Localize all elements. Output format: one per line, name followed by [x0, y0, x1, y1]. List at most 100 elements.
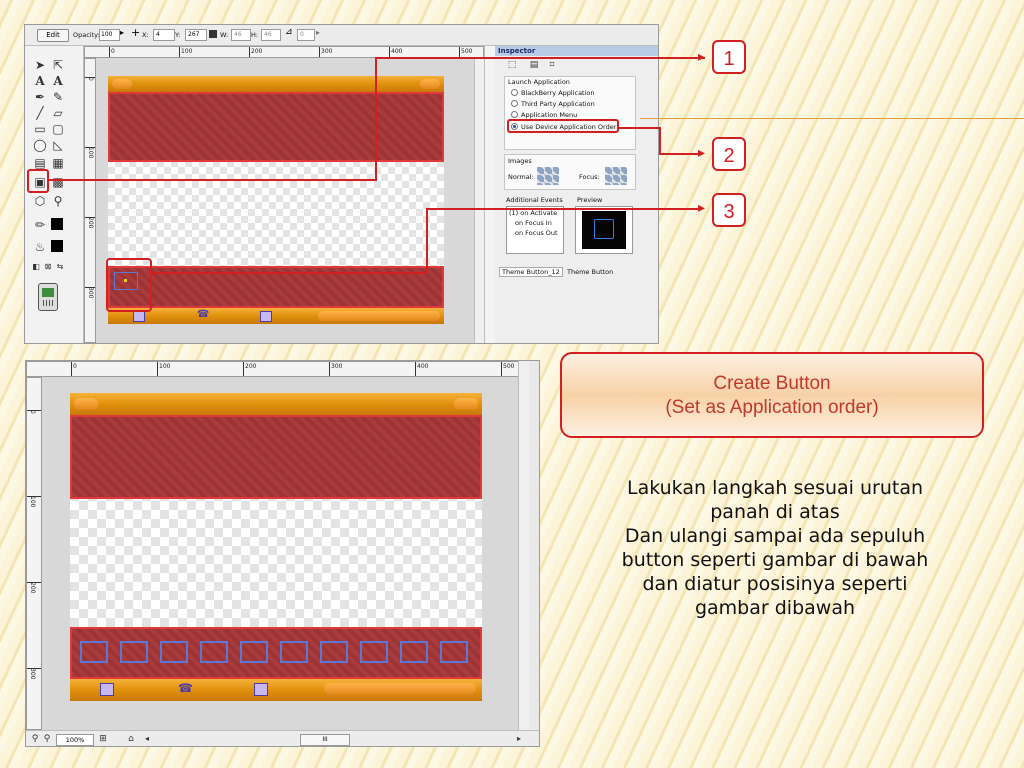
inspector-title: Inspector: [495, 46, 658, 56]
bottom-top-red-panel: [70, 415, 482, 499]
created-button[interactable]: [440, 641, 468, 663]
created-button[interactable]: [160, 641, 188, 663]
h-input[interactable]: 46: [261, 29, 281, 41]
media-tool-icon[interactable]: ▤: [33, 156, 47, 170]
eyedropper-icon[interactable]: ✏: [33, 218, 47, 232]
callout-1: 1: [712, 40, 746, 74]
scroll-left-icon[interactable]: ◂: [140, 732, 154, 746]
grid-view-icon[interactable]: ⊞: [96, 732, 110, 746]
info-box: Create Button (Set as Application order): [560, 352, 984, 438]
radio-blackberry-app[interactable]: [511, 89, 518, 96]
bottom-screenshot: 0 100 200 300 400 500 0 100 200 300 ☎ ⚲ ⚲ 100% ⊞…: [25, 360, 540, 747]
fill-bucket-icon[interactable]: ♨: [33, 240, 47, 254]
arrow-1-h1: [47, 179, 377, 181]
bottom-canvas-scrollbar[interactable]: [518, 361, 529, 730]
header-bar: [108, 76, 444, 92]
home-view-icon[interactable]: ⌂: [124, 732, 138, 746]
shape-tool-icon[interactable]: ▱: [51, 106, 65, 120]
created-button[interactable]: [280, 641, 308, 663]
zoom-level-field[interactable]: 100%: [56, 734, 94, 746]
created-button[interactable]: [360, 641, 388, 663]
bottom-contacts-icon: ☎: [178, 681, 193, 695]
created-button[interactable]: [120, 641, 148, 663]
instruction-line: panah di atas: [710, 501, 840, 523]
app-tool-icon[interactable]: ▩: [51, 175, 65, 189]
ruler-tick-label: 100: [87, 147, 94, 159]
contacts-icon: ☎: [197, 309, 210, 320]
event-on-focus-in[interactable]: on Focus In: [515, 219, 552, 227]
ruler-tick-label: 200: [251, 48, 263, 55]
text-path-icon[interactable]: A: [51, 74, 65, 88]
arrow-3-h2: [426, 208, 701, 210]
line-tool-icon[interactable]: ╱: [33, 106, 47, 120]
image-tool-icon[interactable]: ◺: [51, 138, 65, 152]
ruler-tick-label: 300: [29, 668, 36, 680]
ruler-tick-mark: [501, 362, 502, 376]
grid-tab-icon[interactable]: ⌗: [545, 58, 559, 72]
filmstrip-tab-icon[interactable]: ▤: [527, 58, 541, 72]
event-on-activate[interactable]: (1) on Activate: [509, 209, 557, 217]
created-button[interactable]: [400, 641, 428, 663]
opacity-dropdown-icon[interactable]: ▸: [120, 28, 124, 37]
angle-dropdown-icon[interactable]: ▸: [316, 28, 320, 37]
theme-name-field[interactable]: Theme Button_12: [499, 267, 563, 277]
device-preview-icon[interactable]: [38, 283, 58, 311]
move-icon: +: [131, 26, 141, 39]
arrow-1-v: [375, 57, 377, 181]
ruler-tick-label: 200: [245, 363, 257, 370]
ruler-tick-label: 500: [461, 48, 473, 55]
event-on-focus-out[interactable]: on Focus Out: [515, 229, 558, 237]
theme-type-label: Theme Button: [567, 268, 614, 276]
pen-tool-icon[interactable]: ✒: [33, 90, 47, 104]
properties-tab-icon[interactable]: ⬚: [505, 58, 519, 72]
y-input[interactable]: 267: [185, 29, 207, 41]
arrow-3-v: [426, 208, 428, 274]
ruler-tick-label: 400: [417, 363, 429, 370]
edit-button[interactable]: Edit: [37, 29, 69, 42]
pencil-tool-icon[interactable]: ✎: [51, 90, 65, 104]
bottom-header-bar: [70, 393, 482, 415]
x-input[interactable]: 4: [153, 29, 175, 41]
default-colors-icon[interactable]: ⇆: [53, 260, 67, 274]
bottom-screen-canvas: ☎: [70, 393, 482, 701]
created-button[interactable]: [200, 641, 228, 663]
created-button[interactable]: [240, 641, 268, 663]
events-list[interactable]: (1) on Activate on Focus In on Focus Out: [506, 206, 564, 254]
focus-image-thumb[interactable]: [605, 167, 627, 185]
w-input[interactable]: 46: [231, 29, 251, 41]
option-application-menu: Application Menu: [521, 111, 578, 119]
launch-application-title: Launch Application: [508, 78, 570, 86]
rounded-rect-tool-icon[interactable]: ▢: [51, 122, 65, 136]
created-button[interactable]: [320, 641, 348, 663]
radio-third-party-app[interactable]: [511, 100, 518, 107]
ruler-tick-label: 300: [87, 287, 94, 299]
scroll-right-icon[interactable]: ▸: [512, 732, 526, 746]
stroke-color-swatch[interactable]: [51, 218, 63, 230]
instruction-line: dan diatur posisinya seperti: [642, 573, 908, 595]
rectangle-tool-icon[interactable]: ▭: [33, 122, 47, 136]
text-tool-icon[interactable]: A: [33, 74, 47, 88]
normal-image-thumb[interactable]: [537, 167, 559, 185]
select-arrow-icon[interactable]: ➤: [33, 58, 47, 72]
fill-color-swatch[interactable]: [51, 240, 63, 252]
h-label: H:: [251, 31, 259, 39]
ruler-tick-mark: [71, 362, 72, 376]
radio-application-menu[interactable]: [511, 111, 518, 118]
angle-input[interactable]: 0: [297, 29, 315, 41]
subselect-arrow-icon[interactable]: ⇱: [51, 58, 65, 72]
zoom-tool-icon[interactable]: ⚲: [51, 194, 65, 208]
zoom-out-icon[interactable]: ⚲: [40, 732, 54, 746]
top-red-panel: [108, 92, 444, 162]
properties-toolbar: Edit Opacity: 100 ▸ + X: 4 Y: 267 W: 46 …: [25, 25, 658, 46]
list-tool-icon[interactable]: ▦: [51, 156, 65, 170]
arrow-3-h1: [152, 272, 428, 274]
created-button[interactable]: [80, 641, 108, 663]
bottom-messages-icon: [254, 683, 268, 696]
ellipse-tool-icon[interactable]: ◯: [33, 138, 47, 152]
ruler-tick-mark: [459, 47, 460, 57]
opacity-input[interactable]: 100: [99, 29, 120, 41]
horizontal-scroll-thumb[interactable]: III: [300, 734, 350, 746]
arrow-2-head-icon: ▸: [698, 145, 706, 161]
hand-tool-icon[interactable]: ⬡: [33, 194, 47, 208]
inspector-divider[interactable]: [484, 46, 495, 343]
